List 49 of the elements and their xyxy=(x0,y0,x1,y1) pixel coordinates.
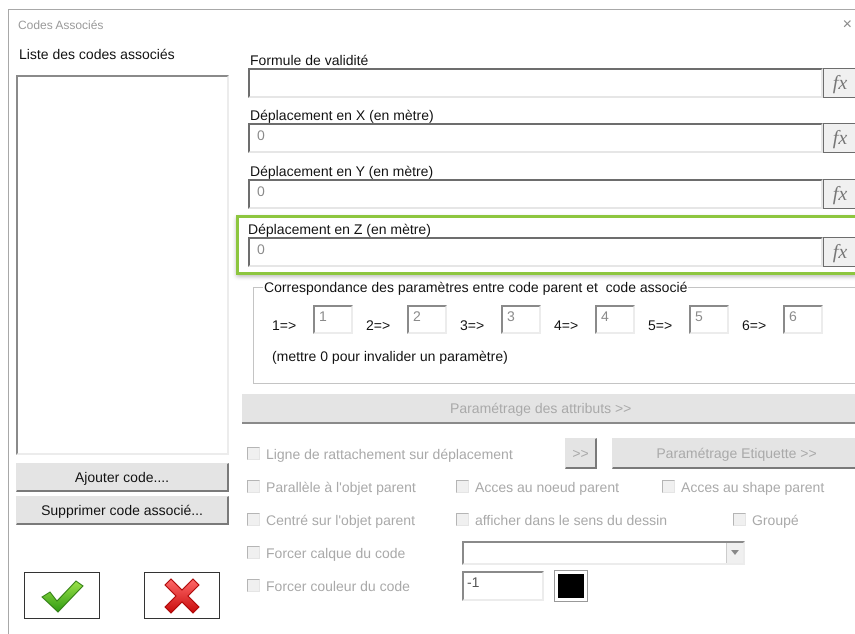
checkbox-label: Forcer calque du code xyxy=(266,544,406,560)
text-field[interactable]: 0 xyxy=(248,179,823,209)
parameter-label: 3=> xyxy=(460,316,486,332)
checkbox-label: Groupé xyxy=(752,512,799,528)
parameter-field[interactable]: 6 xyxy=(783,305,823,334)
parameter-field[interactable]: 4 xyxy=(595,305,635,334)
formula-button[interactable]: fx xyxy=(823,123,855,153)
formula-button[interactable]: fx xyxy=(823,179,855,209)
caret-icon xyxy=(731,550,739,555)
parameter-field[interactable]: 3 xyxy=(501,305,541,334)
layer-dropdown[interactable] xyxy=(462,540,745,564)
checkbox-label: Ligne de rattachement sur déplacement xyxy=(266,446,513,462)
list-action-button[interactable]: Ajouter code.... xyxy=(16,463,229,492)
checkbox-label: Centré sur l'objet parent xyxy=(266,512,415,528)
formula-button[interactable]: fx xyxy=(823,68,855,98)
field-label: Formule de validité xyxy=(250,52,370,68)
field-label: Déplacement en Z (en mètre) xyxy=(248,221,432,237)
parameter-label: 1=> xyxy=(272,316,298,332)
group-title: Correspondance des paramètres entre code parent et code associé xyxy=(263,279,688,295)
checkbox-label: Parallèle à l'objet parent xyxy=(266,478,416,494)
text-field[interactable]: 0 xyxy=(248,123,823,153)
color-index-field[interactable]: -1 xyxy=(462,570,544,600)
formula-button[interactable]: fx xyxy=(823,237,855,267)
list-title: Liste des codes associés xyxy=(19,46,176,62)
checkbox-label: afficher dans le sens du dessin xyxy=(475,512,667,528)
parameter-label: 6=> xyxy=(742,316,768,332)
field-label: Déplacement en X (en mètre) xyxy=(250,107,435,123)
field-label: Déplacement en Y (en mètre) xyxy=(250,163,434,179)
checkmark-icon xyxy=(40,578,84,612)
parameter-field[interactable]: 1 xyxy=(313,305,353,334)
cancel-button[interactable] xyxy=(144,572,220,619)
list-action-button[interactable]: Supprimer code associé... xyxy=(16,496,229,525)
window-title: Codes Associés xyxy=(18,18,104,32)
checkbox-label: Acces au noeud parent xyxy=(475,478,619,494)
checkbox-label: Acces au shape parent xyxy=(681,478,824,494)
checkbox-label: Forcer couleur du code xyxy=(266,578,410,594)
close-button[interactable]: × xyxy=(842,16,852,34)
hint-text: (mettre 0 pour invalider un paramètre) xyxy=(272,348,509,364)
codes-list[interactable] xyxy=(16,75,229,455)
parameter-label: 5=> xyxy=(648,316,674,332)
text-field[interactable] xyxy=(248,68,823,98)
text-field[interactable]: 0 xyxy=(248,237,823,267)
color-swatch[interactable] xyxy=(555,570,587,600)
parameter-label: 2=> xyxy=(366,316,392,332)
close-icon xyxy=(162,576,202,614)
parameter-field[interactable]: 5 xyxy=(689,305,729,334)
parameter-field[interactable]: 2 xyxy=(407,305,447,334)
ok-button[interactable] xyxy=(24,572,100,619)
parameter-label: 4=> xyxy=(554,316,580,332)
